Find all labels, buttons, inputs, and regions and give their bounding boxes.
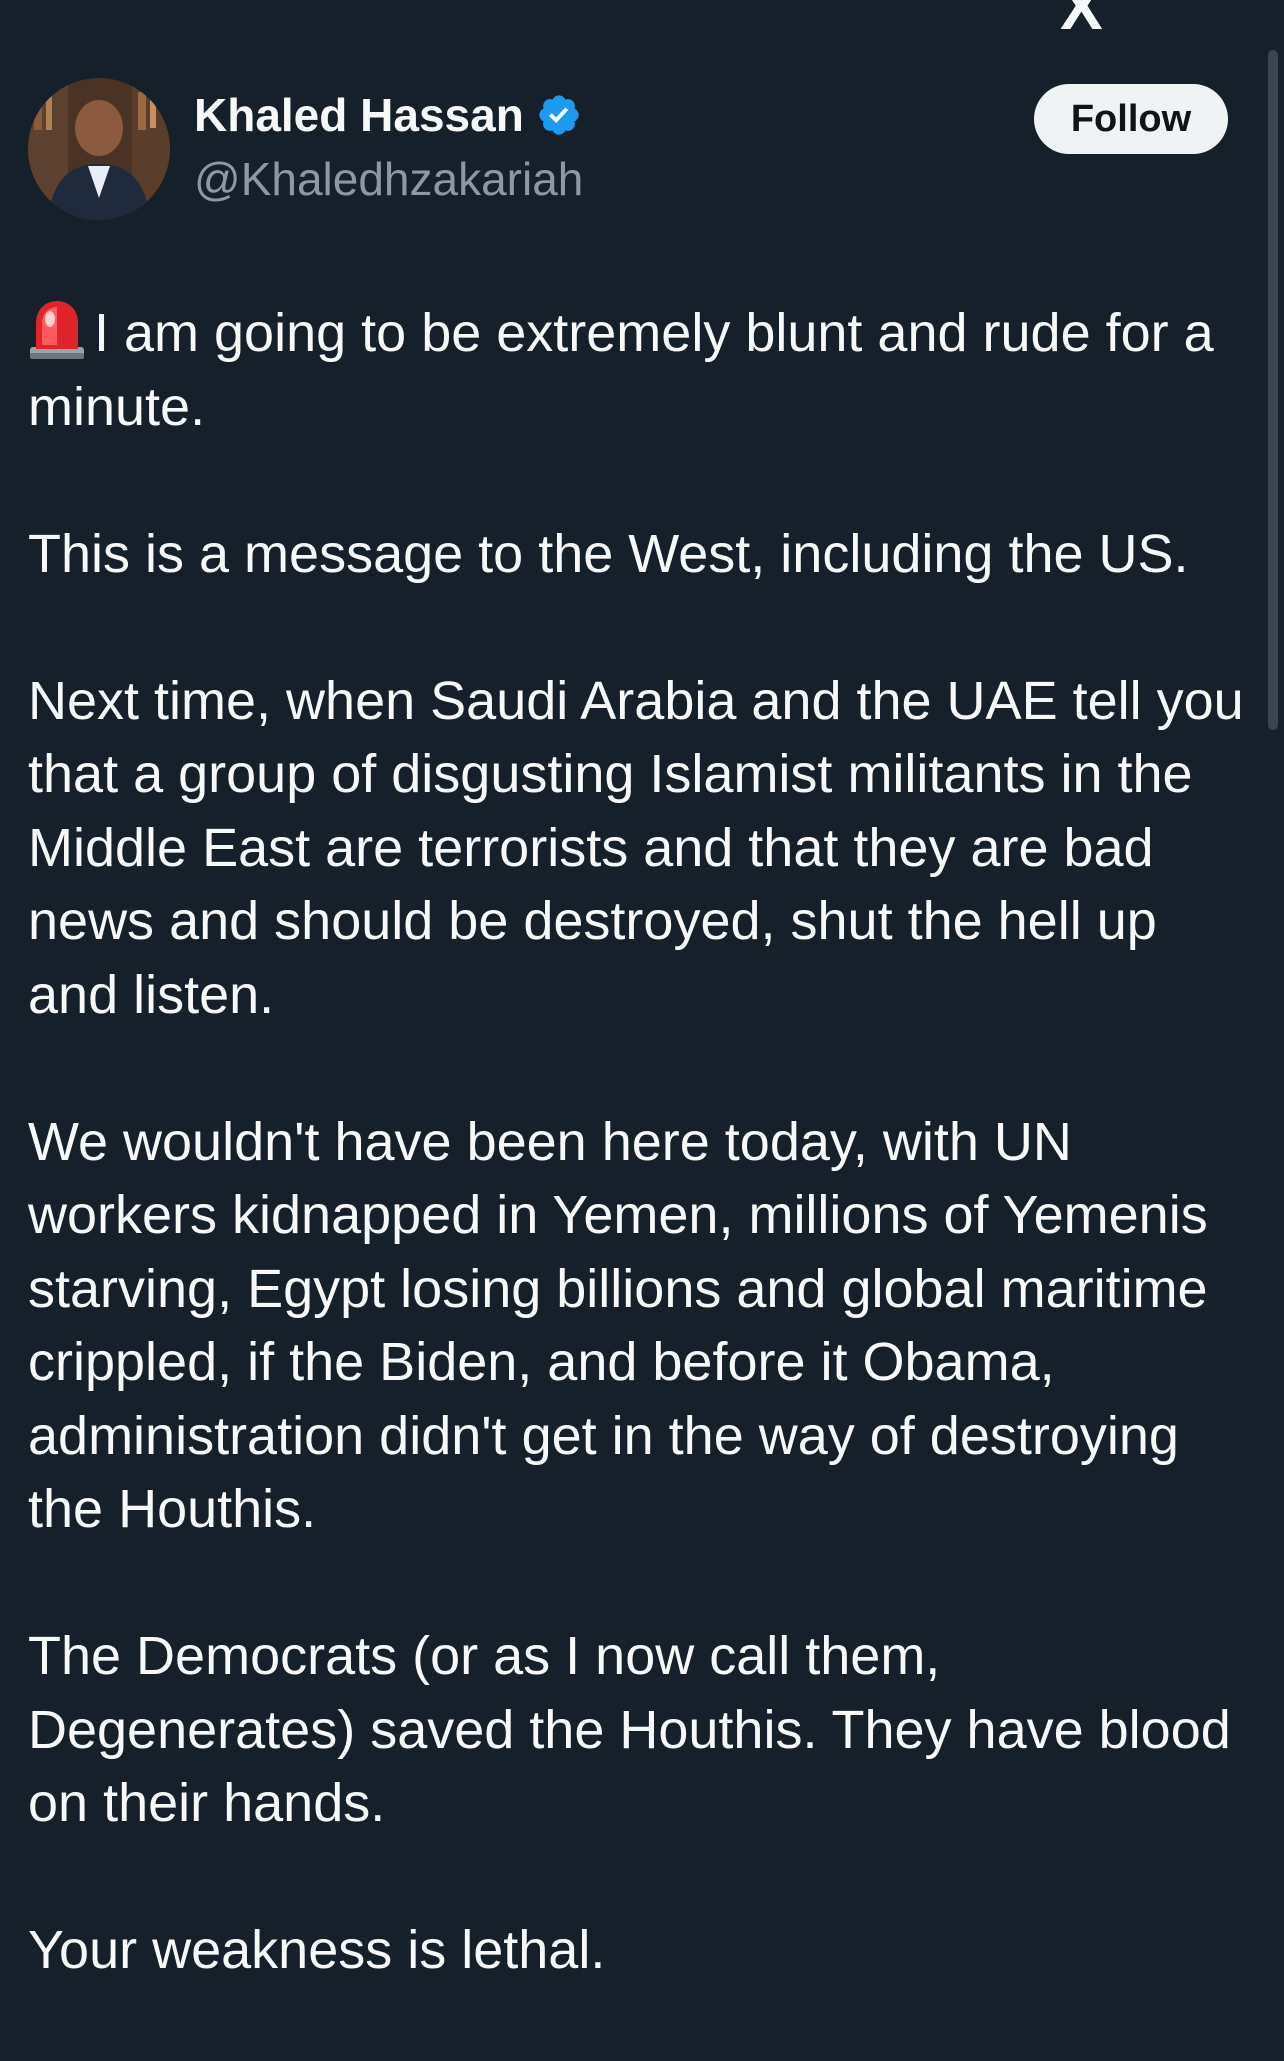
avatar[interactable]: [28, 78, 170, 220]
follow-button[interactable]: Follow: [1034, 84, 1228, 154]
post-paragraph-text: I am going to be extremely blunt and rud…: [28, 303, 1214, 437]
post-paragraph: The Democrats (or as I now call them, De…: [28, 1626, 1231, 1833]
user-handle[interactable]: @Khaledhzakariah: [194, 152, 583, 206]
post-paragraph: We wouldn't have been here today, with U…: [28, 1111, 1208, 1540]
post-paragraph: I am going to be extremely blunt and rud…: [28, 297, 1248, 444]
post-paragraph: Next time, when Saudi Arabia and the UAE…: [28, 670, 1244, 1025]
display-name[interactable]: Khaled Hassan: [194, 88, 524, 142]
post-paragraph: This is a message to the West, including…: [28, 523, 1189, 584]
post-text: I am going to be extremely blunt and rud…: [28, 297, 1248, 2061]
rotating-light-emoji-icon: [30, 301, 84, 359]
avatar-image: [28, 78, 170, 220]
post-header: Khaled Hassan @Khaledhzakariah Follow: [28, 78, 1228, 223]
verified-badge-icon: [539, 95, 579, 135]
scrollbar[interactable]: [1268, 50, 1278, 730]
name-row: Khaled Hassan: [194, 88, 582, 142]
post-paragraph: Your weakness is lethal.: [28, 1920, 606, 1980]
partial-header-text: X: [1060, 0, 1105, 43]
